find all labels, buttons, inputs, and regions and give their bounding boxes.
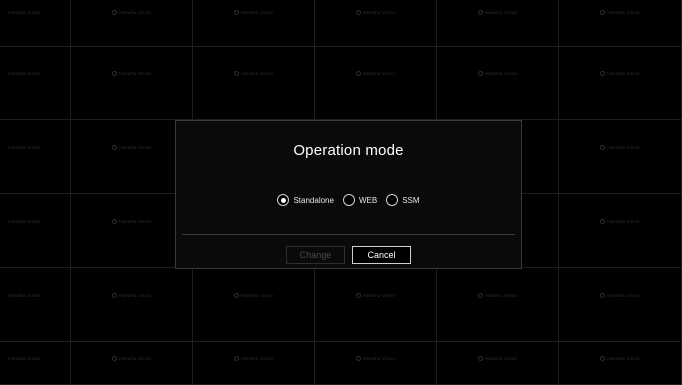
watermark: Hanwha Vision (193, 71, 314, 77)
hanwha-logo-icon (600, 71, 606, 77)
camera-tile[interactable]: Hanwha Vision (71, 268, 193, 342)
radio-label-ssm: SSM (402, 195, 420, 205)
camera-tile[interactable]: Hanwha Vision (193, 0, 315, 47)
watermark: Hanwha Vision (437, 292, 558, 298)
camera-tile[interactable]: Hanwha Vision (71, 47, 193, 120)
cancel-button[interactable]: Cancel (352, 246, 411, 264)
watermark: Hanwha Vision (437, 356, 558, 362)
dialog-divider (182, 234, 515, 235)
camera-tile[interactable]: Hanwha Vision (559, 120, 682, 194)
radio-option-ssm[interactable]: SSM (386, 194, 420, 206)
watermark: Hanwha Vision (559, 144, 681, 150)
radio-label-standalone: Standalone (293, 195, 334, 205)
watermark: Hanwha Vision (8, 292, 41, 298)
watermark: Hanwha Vision (559, 71, 681, 77)
watermark: Hanwha Vision (8, 10, 41, 15)
radio-unchecked-icon[interactable] (386, 194, 399, 206)
hanwha-logo-icon (355, 71, 361, 77)
radio-option-web[interactable]: WEB (342, 194, 378, 206)
watermark: Hanwha Vision (315, 71, 436, 77)
watermark: Hanwha Vision (315, 356, 436, 362)
watermark: Hanwha Vision (559, 356, 681, 362)
watermark: Hanwha Vision (437, 71, 558, 77)
watermark: Hanwha Vision (193, 356, 314, 362)
camera-tile[interactable]: Hanwha Vision (0, 194, 71, 268)
camera-tile[interactable]: Hanwha Vision (193, 47, 315, 120)
camera-tile[interactable]: Hanwha Vision (0, 342, 71, 385)
watermark: Hanwha Vision (8, 144, 41, 150)
camera-tile[interactable]: Hanwha Vision (315, 0, 437, 47)
radio-checked-icon[interactable] (277, 194, 290, 206)
camera-tile[interactable]: Hanwha Vision (437, 268, 559, 342)
watermark: Hanwha Vision (8, 218, 41, 224)
hanwha-logo-icon (600, 356, 606, 362)
hanwha-logo-icon (355, 292, 361, 298)
watermark: Hanwha Vision (71, 356, 192, 362)
watermark: Hanwha Vision (193, 292, 314, 298)
camera-tile[interactable]: Hanwha Vision (0, 120, 71, 194)
live-view-screen: Hanwha Vision Hanwha Vision Hanwha Visio… (0, 0, 682, 385)
hanwha-logo-icon (477, 10, 483, 15)
camera-tile[interactable]: Hanwha Vision (193, 342, 315, 385)
hanwha-logo-icon (355, 10, 361, 15)
watermark: Hanwha Vision (193, 10, 314, 15)
watermark: Hanwha Vision (315, 10, 436, 15)
watermark: Hanwha Vision (559, 218, 681, 224)
operation-mode-dialog: Operation mode Standalone WEB SSM Change… (175, 120, 522, 269)
watermark: Hanwha Vision (8, 356, 41, 362)
hanwha-logo-icon (477, 292, 483, 298)
camera-tile[interactable]: Hanwha Vision (0, 47, 71, 120)
watermark: Hanwha Vision (559, 292, 681, 298)
hanwha-logo-icon (111, 292, 117, 298)
hanwha-logo-icon (600, 144, 606, 150)
hanwha-logo-icon (111, 10, 117, 15)
watermark: Hanwha Vision (71, 71, 192, 77)
camera-tile[interactable]: Hanwha Vision (559, 0, 682, 47)
camera-tile[interactable]: Hanwha Vision (315, 47, 437, 120)
camera-tile[interactable]: Hanwha Vision (315, 268, 437, 342)
camera-tile[interactable]: Hanwha Vision (0, 0, 71, 47)
hanwha-logo-icon (600, 10, 606, 15)
hanwha-logo-icon (111, 356, 117, 362)
hanwha-logo-icon (233, 71, 239, 77)
camera-tile[interactable]: Hanwha Vision (559, 268, 682, 342)
watermark: Hanwha Vision (437, 10, 558, 15)
hanwha-logo-icon (233, 356, 239, 362)
hanwha-logo-icon (111, 218, 117, 224)
camera-tile[interactable]: Hanwha Vision (193, 268, 315, 342)
hanwha-logo-icon (233, 10, 239, 15)
hanwha-logo-icon (477, 356, 483, 362)
camera-tile[interactable]: Hanwha Vision (437, 47, 559, 120)
camera-tile[interactable]: Hanwha Vision (71, 0, 193, 47)
camera-tile[interactable]: Hanwha Vision (437, 342, 559, 385)
watermark: Hanwha Vision (559, 10, 681, 15)
hanwha-logo-icon (233, 292, 239, 298)
radio-option-standalone[interactable]: Standalone (277, 194, 334, 206)
camera-tile[interactable]: Hanwha Vision (559, 342, 682, 385)
change-button[interactable]: Change (286, 246, 345, 264)
watermark: Hanwha Vision (71, 144, 192, 150)
hanwha-logo-icon (600, 218, 606, 224)
hanwha-logo-icon (111, 144, 117, 150)
camera-tile[interactable]: Hanwha Vision (559, 47, 682, 120)
camera-tile[interactable]: Hanwha Vision (559, 194, 682, 268)
watermark: Hanwha Vision (71, 218, 192, 224)
dialog-title: Operation mode (293, 142, 404, 159)
hanwha-logo-icon (477, 71, 483, 77)
hanwha-logo-icon (355, 356, 361, 362)
hanwha-logo-icon (111, 71, 117, 77)
watermark: Hanwha Vision (71, 292, 192, 298)
watermark: Hanwha Vision (71, 10, 192, 15)
hanwha-logo-icon (600, 292, 606, 298)
camera-tile[interactable]: Hanwha Vision (71, 342, 193, 385)
radio-unchecked-icon[interactable] (342, 194, 355, 206)
camera-tile[interactable]: Hanwha Vision (437, 0, 559, 47)
watermark: Hanwha Vision (315, 292, 436, 298)
camera-tile[interactable]: Hanwha Vision (0, 268, 71, 342)
camera-tile[interactable]: Hanwha Vision (315, 342, 437, 385)
operation-mode-radio-group: Standalone WEB SSM (176, 194, 521, 206)
radio-label-web: WEB (358, 195, 378, 205)
watermark: Hanwha Vision (8, 71, 41, 77)
